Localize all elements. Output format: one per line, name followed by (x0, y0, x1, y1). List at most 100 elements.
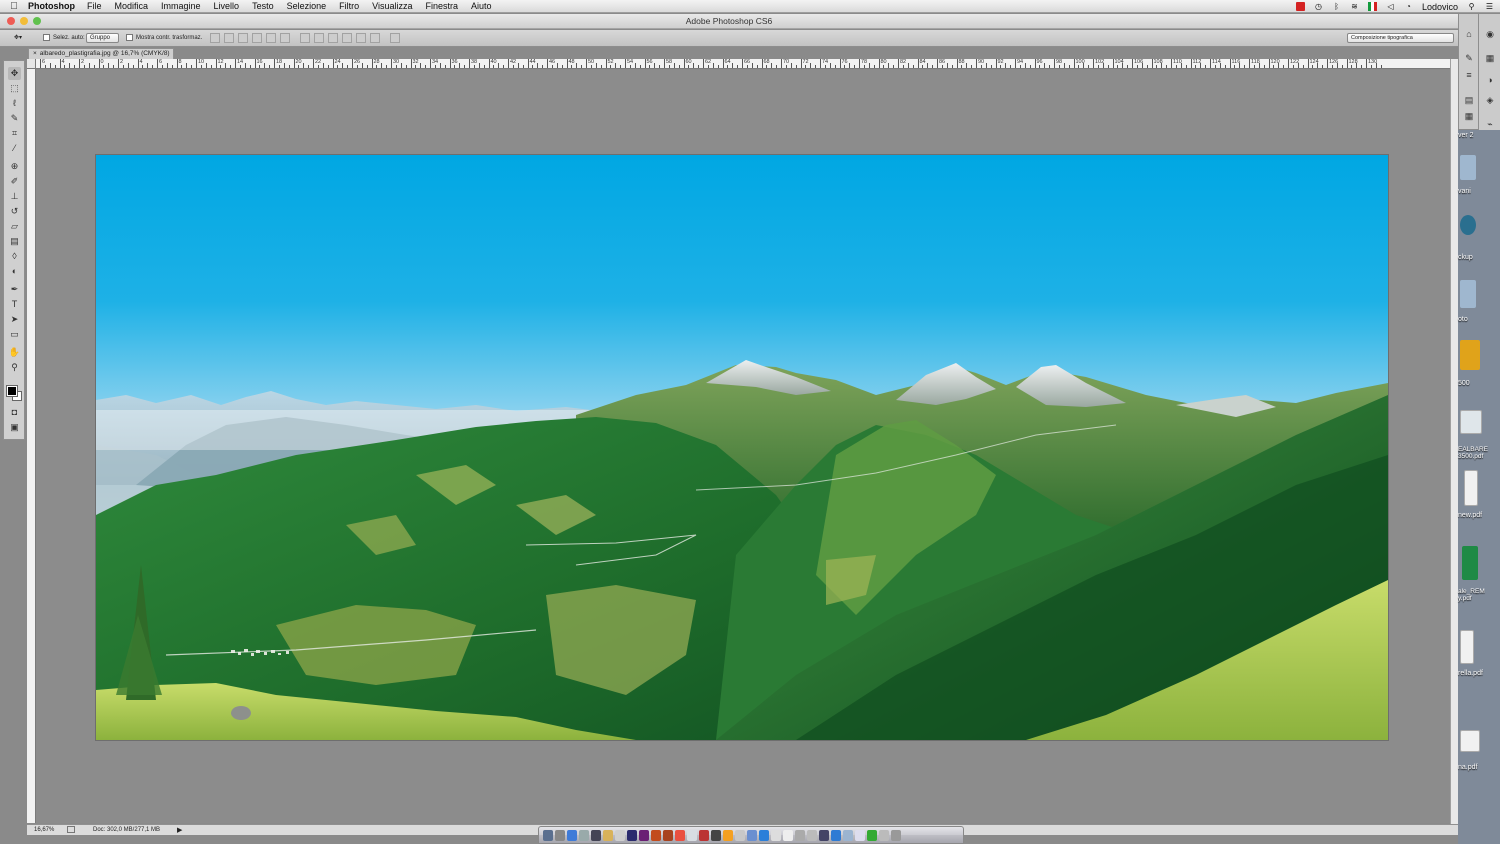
pdf-file-icon[interactable] (1460, 410, 1482, 434)
menu-modifica[interactable]: Modifica (115, 1, 149, 11)
bluetooth-icon[interactable]: ᛒ (1332, 2, 1341, 11)
dock-app-icon[interactable] (891, 829, 901, 841)
history-brush-icon[interactable]: ↺ (8, 205, 21, 218)
time-machine-icon[interactable]: ◷ (1314, 2, 1323, 11)
eyedropper-icon[interactable]: ⁄ (8, 142, 21, 155)
adjustments-panel-icon[interactable]: ◑ (1484, 74, 1496, 86)
move-tool-icon[interactable]: ✥ (8, 67, 21, 80)
crop-tool-icon[interactable]: ⌗ (8, 127, 21, 140)
dock-app-icon[interactable] (759, 829, 769, 841)
pdf-file-icon[interactable] (1460, 730, 1480, 752)
dock-app-icon[interactable] (579, 829, 589, 841)
marquee-tool-icon[interactable]: ⬚ (8, 82, 21, 95)
auto-select-option[interactable]: Selez. auto: (43, 34, 85, 41)
time-machine-icon[interactable] (1460, 215, 1476, 235)
distribute-right-icon[interactable] (370, 33, 380, 43)
dock-app-icon[interactable] (699, 829, 709, 841)
lasso-tool-icon[interactable]: ℓ (8, 97, 21, 110)
transform-controls-option[interactable]: Mostra contr. trasformaz. (126, 34, 202, 41)
gradient-icon[interactable]: ▤ (8, 235, 21, 248)
vertical-scrollbar[interactable] (1450, 59, 1458, 824)
eraser-icon[interactable]: ▱ (8, 220, 21, 233)
dock-app-icon[interactable] (807, 829, 817, 841)
menu-filtro[interactable]: Filtro (339, 1, 359, 11)
folder-icon[interactable] (1460, 280, 1476, 308)
menu-livello[interactable]: Livello (214, 1, 240, 11)
dock-app-icon[interactable] (651, 829, 661, 841)
swatches-panel-icon[interactable]: ▦ (1484, 52, 1496, 64)
dock-app-icon[interactable] (855, 829, 865, 841)
align-right-icon[interactable] (280, 33, 290, 43)
menu-testo[interactable]: Testo (252, 1, 274, 11)
mini-bridge-icon[interactable]: ⌂ (1463, 28, 1475, 40)
close-tab-icon[interactable]: × (33, 49, 37, 59)
dock-app-icon[interactable] (819, 829, 829, 841)
foreground-color-swatch[interactable] (6, 385, 18, 397)
dock-app-icon[interactable] (747, 829, 757, 841)
hand-tool-icon[interactable]: ✋ (8, 346, 21, 359)
document-canvas[interactable] (96, 155, 1388, 740)
stamp-tool-icon[interactable]: ⊥ (8, 190, 21, 203)
dock-app-icon[interactable] (627, 829, 637, 841)
distribute-left-icon[interactable] (342, 33, 352, 43)
menu-finestra[interactable]: Finestra (425, 1, 458, 11)
align-top-icon[interactable] (210, 33, 220, 43)
dock-app-icon[interactable] (591, 829, 601, 841)
spotlight-icon[interactable]: ⚲ (1467, 2, 1476, 11)
align-left-icon[interactable] (252, 33, 262, 43)
auto-select-dropdown[interactable]: Gruppo (86, 33, 119, 43)
move-tool-preset-icon[interactable]: ✥▾ (14, 34, 22, 41)
dock-app-icon[interactable] (615, 829, 625, 841)
dock-app-icon[interactable] (771, 829, 781, 841)
dock-app-icon[interactable] (843, 829, 853, 841)
status-menu-arrow-icon[interactable]: ▶ (177, 826, 182, 834)
menu-aiuto[interactable]: Aiuto (471, 1, 492, 11)
proof-icon[interactable] (67, 826, 75, 833)
dock-app-icon[interactable] (603, 829, 613, 841)
apple-icon[interactable]:  (0, 1, 28, 12)
menu-file[interactable]: File (87, 1, 102, 11)
vertical-ruler[interactable] (27, 69, 36, 823)
wifi-icon[interactable]: ≋ (1350, 2, 1359, 11)
menu-selezione[interactable]: Selezione (287, 1, 327, 11)
dock-app-icon[interactable] (663, 829, 673, 841)
pen-tool-icon[interactable]: ✒ (8, 283, 21, 296)
shape-tool-icon[interactable]: ▭ (8, 328, 21, 341)
paths-panel-icon[interactable]: ⌁ (1484, 118, 1496, 130)
usb-drive-icon[interactable] (1460, 340, 1480, 370)
pdf-file-icon[interactable] (1460, 630, 1474, 664)
transform-controls-checkbox[interactable] (126, 34, 133, 41)
folder-icon[interactable] (1460, 155, 1476, 180)
dock-app-icon[interactable] (711, 829, 721, 841)
align-hcenter-icon[interactable] (266, 33, 276, 43)
path-select-icon[interactable]: ➤ (8, 313, 21, 326)
distribute-top-icon[interactable] (300, 33, 310, 43)
dock-app-icon[interactable] (555, 829, 565, 841)
pdf-file-icon[interactable] (1464, 470, 1478, 506)
align-bottom-icon[interactable] (238, 33, 248, 43)
excel-file-icon[interactable] (1462, 546, 1478, 580)
blur-icon[interactable]: ◊ (8, 250, 21, 263)
dock-app-icon[interactable] (543, 829, 553, 841)
zoom-level[interactable]: 16,67% (34, 827, 54, 833)
styles-panel-icon[interactable]: ◈ (1484, 94, 1496, 106)
workspace-dropdown[interactable]: Composizione tipografica (1347, 33, 1454, 43)
screen-mode-icon[interactable]: ▣ (8, 421, 21, 434)
menu-visualizza[interactable]: Visualizza (372, 1, 412, 11)
dock-app-icon[interactable] (567, 829, 577, 841)
auto-select-checkbox[interactable] (43, 34, 50, 41)
distribute-hcenter-icon[interactable] (356, 33, 366, 43)
color-panel-icon[interactable]: ◉ (1484, 28, 1496, 40)
type-tool-icon[interactable]: T (8, 298, 21, 311)
clock-icon[interactable]: ◔ (1404, 2, 1413, 11)
dock-app-icon[interactable] (867, 829, 877, 841)
horizontal-ruler[interactable]: 6 4 2 0 2 4 6 8 10 12 14 16 18 20 22 24 26 28 30 32 34 36 38 40… (36, 59, 1450, 69)
quick-select-icon[interactable]: ✎ (8, 112, 21, 125)
menu-immagine[interactable]: Immagine (161, 1, 201, 11)
dock-app-icon[interactable] (735, 829, 745, 841)
dock-app-icon[interactable] (879, 829, 889, 841)
brush-tool-icon[interactable]: ✐ (8, 175, 21, 188)
notes-icon[interactable]: ▦ (1463, 110, 1475, 122)
align-vcenter-icon[interactable] (224, 33, 234, 43)
distribute-vcenter-icon[interactable] (314, 33, 324, 43)
